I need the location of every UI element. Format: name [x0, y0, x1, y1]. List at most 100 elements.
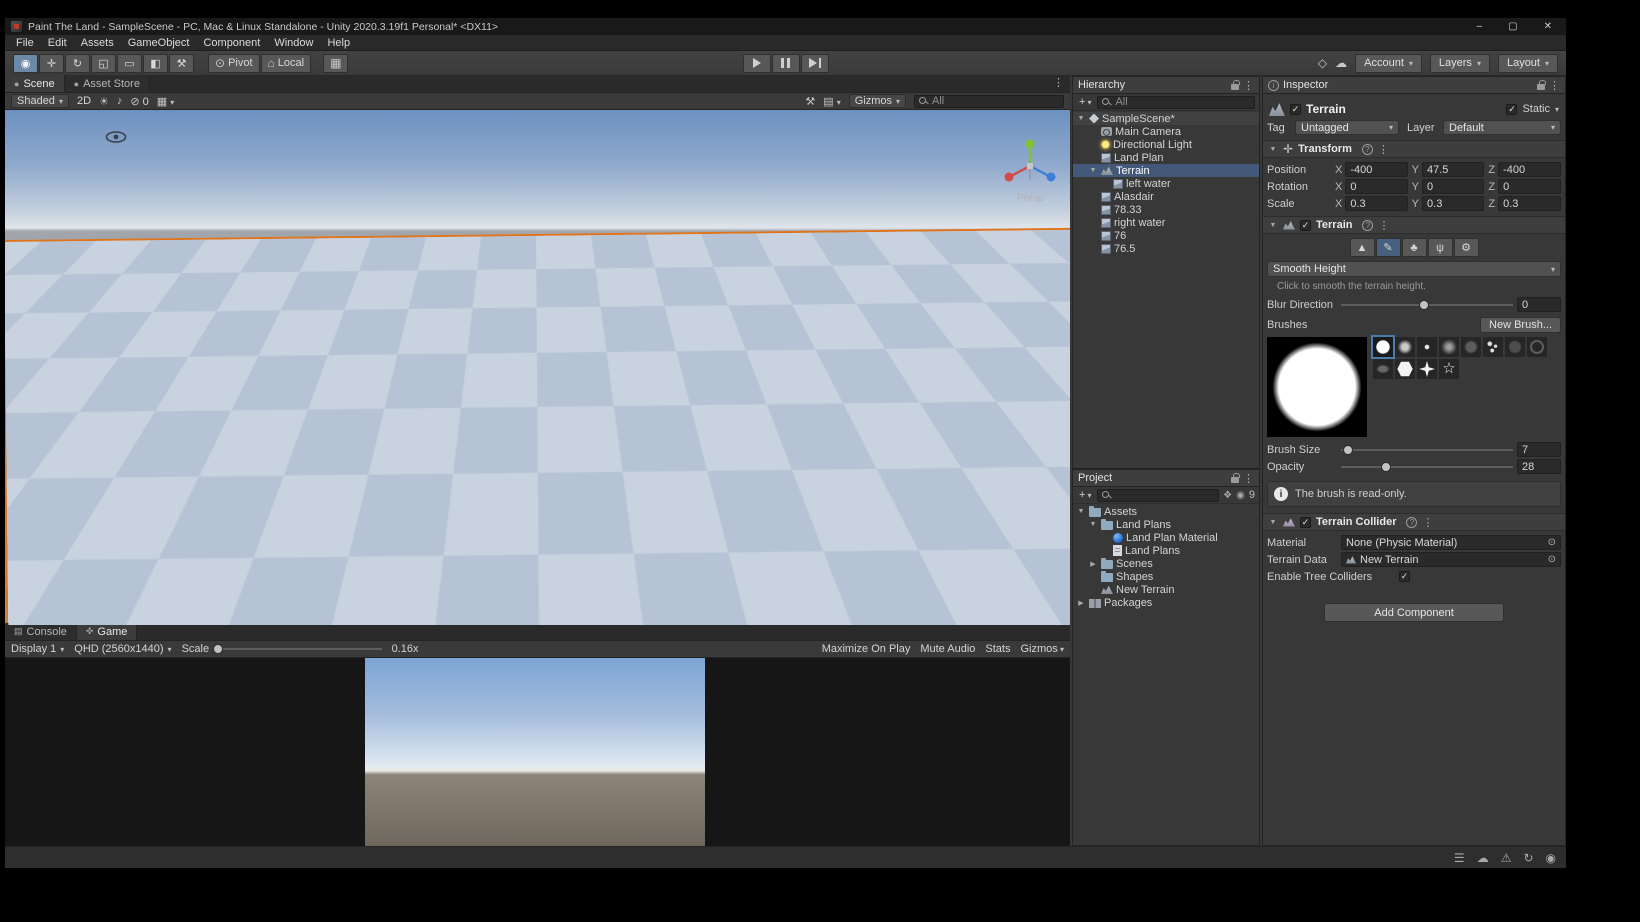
camera-settings-dropdown[interactable]: ▤ ▾ — [823, 95, 840, 108]
package-visibility-icon[interactable]: ◉ — [1236, 490, 1245, 501]
layer-dropdown[interactable]: Default ▾ — [1443, 120, 1561, 135]
lighting-toggle-icon[interactable]: ☀ — [99, 95, 109, 108]
tree-item-scenes[interactable]: ▶Scenes — [1073, 557, 1259, 570]
slider-knob[interactable] — [1381, 462, 1391, 472]
object-picker-icon[interactable]: ⊙ — [1548, 554, 1556, 565]
layers-dropdown[interactable]: Layers ▾ — [1430, 54, 1490, 73]
tab-scene[interactable]: ●Scene — [5, 75, 65, 92]
lock-icon[interactable] — [1231, 477, 1239, 483]
tree-item-assets[interactable]: ▼Assets — [1073, 505, 1259, 518]
tab-asset-store[interactable]: ●Asset Store — [65, 75, 150, 92]
brush-circle-dim[interactable] — [1505, 337, 1525, 357]
brush-scatter[interactable] — [1483, 337, 1503, 357]
inspector-menu-icon[interactable]: ⋮ — [1549, 79, 1560, 92]
pivot-button[interactable]: ⊙ Pivot — [208, 54, 260, 73]
view-tool[interactable]: ◉ — [13, 54, 38, 73]
grid-dropdown[interactable]: ▦ ▾ — [157, 95, 174, 108]
foldout-arrow-icon[interactable]: ▶ — [1088, 560, 1098, 568]
tree-item-78-33[interactable]: 78.33 — [1073, 203, 1259, 216]
perspective-mode-label[interactable]: Persp — [998, 193, 1062, 204]
effects-toggle[interactable]: ⊘ 0 — [130, 95, 148, 108]
gizmos-dropdown[interactable]: Gizmos ▾ — [849, 94, 906, 108]
scene-search-input[interactable]: All — [914, 95, 1064, 108]
brush-circle-hard[interactable] — [1373, 337, 1393, 357]
project-search-input[interactable] — [1097, 489, 1219, 502]
menu-component[interactable]: Component — [196, 37, 267, 49]
scale-x-field[interactable]: 0.3 — [1345, 196, 1407, 211]
paint-terrain-tool[interactable]: ✎ — [1376, 238, 1401, 257]
menu-gameobject[interactable]: GameObject — [121, 37, 197, 49]
project-menu-icon[interactable]: ⋮ — [1243, 472, 1254, 485]
refresh-icon[interactable]: ↻ — [1523, 851, 1533, 865]
hierarchy-add-button[interactable]: + ▾ — [1077, 96, 1093, 108]
collider-enabled-checkbox[interactable]: ✓ — [1300, 517, 1311, 528]
brush-blob-faint[interactable] — [1373, 359, 1393, 379]
brush-burst[interactable] — [1417, 359, 1437, 379]
rect-tool[interactable]: ▭ — [117, 54, 142, 73]
tree-item-land-plans[interactable]: ▼Land Plans — [1073, 518, 1259, 531]
step-button[interactable] — [801, 54, 829, 73]
snap-button[interactable]: ▦ — [323, 54, 348, 73]
foldout-arrow-icon[interactable]: ▼ — [1076, 508, 1086, 515]
brush-size-field[interactable]: 7 — [1517, 442, 1561, 457]
tree-item-new-terrain[interactable]: New Terrain — [1073, 583, 1259, 596]
scale-z-field[interactable]: 0.3 — [1498, 196, 1561, 211]
tree-item-main-camera[interactable]: Main Camera — [1073, 125, 1259, 138]
console-icon[interactable]: ☰ — [1454, 851, 1465, 865]
brush-arc-faint[interactable] — [1527, 337, 1547, 357]
tree-item-shapes[interactable]: Shapes — [1073, 570, 1259, 583]
help-icon[interactable]: ? — [1362, 220, 1373, 231]
brush-hexagon[interactable] — [1395, 359, 1415, 379]
menu-edit[interactable]: Edit — [41, 37, 74, 49]
create-neighbor-tool[interactable]: ▲ — [1350, 238, 1375, 257]
static-flags-dropdown[interactable]: ▾ — [1555, 105, 1559, 114]
rotation-y-field[interactable]: 0 — [1422, 179, 1484, 194]
activity-icon[interactable]: ◉ — [1546, 851, 1556, 865]
tree-item-left-water[interactable]: left water — [1073, 177, 1259, 190]
right-water-object[interactable] — [479, 382, 974, 501]
brush-circle-faint[interactable] — [1461, 337, 1481, 357]
lock-icon[interactable] — [1537, 84, 1545, 90]
component-menu-icon[interactable]: ⋮ — [1378, 143, 1389, 156]
tab-game[interactable]: ✜Game — [77, 623, 138, 640]
tab-console[interactable]: ▤Console — [5, 623, 77, 640]
terrain-enabled-checkbox[interactable]: ✓ — [1300, 220, 1311, 231]
scene-figure-object[interactable] — [384, 422, 388, 430]
project-add-button[interactable]: + ▾ — [1077, 489, 1093, 501]
brush-size-slider[interactable] — [1341, 444, 1513, 456]
cloud-icon[interactable]: ☁ — [1335, 56, 1347, 70]
tree-item-samplescene[interactable]: ▼SampleScene* — [1073, 112, 1259, 125]
stats-button[interactable]: Stats — [985, 643, 1010, 655]
layout-dropdown[interactable]: Layout ▾ — [1498, 54, 1558, 73]
tree-item-alasdair[interactable]: Alasdair — [1073, 190, 1259, 203]
paint-details-tool[interactable]: ψ — [1428, 238, 1453, 257]
blur-direction-slider[interactable] — [1341, 299, 1513, 311]
menu-assets[interactable]: Assets — [74, 37, 121, 49]
tabbar-menu-icon[interactable]: ⋮ — [1053, 75, 1070, 92]
blur-direction-field[interactable]: 0 — [1517, 297, 1561, 312]
account-dropdown[interactable]: Account ▾ — [1355, 54, 1422, 73]
slider-knob[interactable] — [213, 644, 223, 654]
opacity-slider[interactable] — [1341, 461, 1513, 473]
resolution-dropdown[interactable]: QHD (2560x1440) ▾ — [74, 643, 171, 655]
2d-toggle[interactable]: 2D — [77, 95, 91, 107]
tree-item-right-water[interactable]: right water — [1073, 216, 1259, 229]
minimize-button[interactable]: – — [1477, 18, 1483, 35]
transform-component-header[interactable]: ▼ ✛ Transform ? ⋮ — [1263, 140, 1565, 158]
mute-audio-button[interactable]: Mute Audio — [920, 643, 975, 655]
terrain-mode-dropdown[interactable]: Smooth Height ▾ — [1267, 261, 1561, 277]
new-brush-button[interactable]: New Brush... — [1480, 317, 1561, 333]
transform-tool[interactable]: ◧ — [143, 54, 168, 73]
tree-item-land-plan[interactable]: Land Plan — [1073, 151, 1259, 164]
display-dropdown[interactable]: Display 1 ▾ — [11, 643, 64, 655]
close-button[interactable]: ✕ — [1544, 18, 1552, 35]
audio-toggle-icon[interactable]: ♪ — [117, 95, 123, 107]
component-menu-icon[interactable]: ⋮ — [1378, 219, 1389, 232]
scale-slider[interactable] — [213, 643, 381, 655]
menu-file[interactable]: File — [9, 37, 41, 49]
brush-circle-fuzzy[interactable] — [1439, 337, 1459, 357]
tree-item-terrain[interactable]: ▼Terrain — [1073, 164, 1259, 177]
tree-item-land-plan-material[interactable]: Land Plan Material — [1073, 531, 1259, 544]
slider-knob[interactable] — [1343, 445, 1353, 455]
terrain-component-header[interactable]: ▼ ✓ Terrain ? ⋮ — [1263, 216, 1565, 234]
